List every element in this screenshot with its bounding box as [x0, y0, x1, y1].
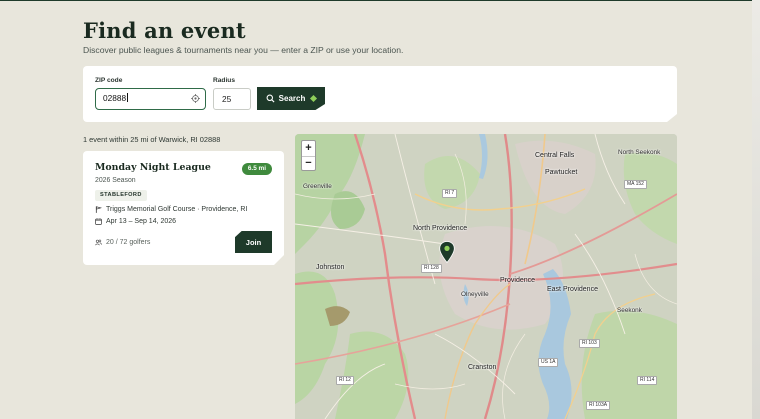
dates-row: Apr 13 – Sep 14, 2026: [95, 218, 176, 225]
calendar-icon: [95, 218, 102, 225]
map-label-seekonk: Seekonk: [617, 307, 642, 314]
locate-icon[interactable]: [191, 94, 200, 103]
page-title: Find an event: [83, 18, 246, 43]
zip-label: ZIP code: [95, 77, 123, 84]
road-shield-ri103: RI 103: [579, 339, 600, 348]
event-dates: Apr 13 – Sep 14, 2026: [106, 218, 177, 225]
road-shield-ri103a: RI 103A: [586, 401, 611, 410]
zip-input[interactable]: 02888: [95, 88, 206, 110]
map-label-central-falls: Central Falls: [535, 152, 575, 159]
map-label-north-providence: North Providence: [413, 225, 468, 232]
radius-label: Radius: [213, 77, 235, 84]
zip-value: 02888: [103, 93, 127, 103]
event-season: 2026 Season: [95, 177, 136, 184]
road-shield-ri128: RI 128: [421, 264, 442, 273]
results-count: 1 event within 25 mi of Warwick, RI 0288…: [83, 135, 221, 144]
road-shield-ma152: MA 152: [624, 180, 647, 189]
page-subtitle: Discover public leagues & tournaments ne…: [83, 45, 404, 55]
diamond-icon: [310, 95, 317, 102]
event-title: Monday Night League: [95, 162, 211, 173]
format-badge: STABLEFORD: [95, 190, 147, 201]
map-pin-icon[interactable]: [439, 241, 455, 263]
map-label-providence: Providence: [500, 277, 536, 284]
radius-input[interactable]: 25: [213, 88, 251, 110]
road-shield-us1a: US 1A: [538, 358, 559, 367]
course-row: Triggs Memorial Golf Course · Providence…: [95, 206, 247, 213]
search-button[interactable]: Search: [257, 87, 325, 110]
map-label-greenville: Greenville: [303, 183, 332, 190]
zoom-in-button[interactable]: +: [302, 141, 315, 156]
map[interactable]: + − Central Falls North Seekonk Pawtucke…: [295, 134, 677, 419]
road-shield-ri12: RI 12: [336, 376, 354, 385]
map-label-pawtucket: Pawtucket: [545, 169, 578, 176]
top-border: [0, 0, 752, 1]
map-label-olneyville: Olneyville: [461, 291, 489, 298]
search-card: ZIP code 02888 Radius 25 Search: [83, 66, 677, 122]
map-label-east-providence: East Providence: [547, 286, 598, 293]
search-icon: [266, 94, 275, 103]
zoom-out-button[interactable]: −: [302, 155, 315, 171]
join-button[interactable]: Join: [235, 231, 272, 253]
distance-badge: 6.5 mi: [242, 163, 272, 175]
map-label-north-seekonk: North Seekonk: [618, 149, 661, 156]
flag-icon: [95, 206, 102, 213]
zoom-control: + −: [301, 140, 316, 171]
road-shield-ri114: RI 114: [637, 376, 658, 385]
map-label-cranston: Cranston: [468, 364, 497, 371]
golfers-row: 20 / 72 golfers: [95, 239, 150, 246]
scrollbar[interactable]: [752, 0, 760, 419]
search-button-label: Search: [278, 94, 306, 103]
event-card[interactable]: Monday Night League 2026 Season 6.5 mi S…: [83, 151, 284, 265]
map-label-johnston: Johnston: [316, 264, 345, 271]
text-caret: [127, 93, 128, 102]
users-icon: [95, 239, 102, 246]
golfer-count: 20 / 72 golfers: [106, 239, 151, 246]
road-shield-ri7: RI 7: [442, 189, 458, 198]
radius-value: 25: [222, 94, 232, 104]
course-name: Triggs Memorial Golf Course · Providence…: [106, 206, 248, 213]
